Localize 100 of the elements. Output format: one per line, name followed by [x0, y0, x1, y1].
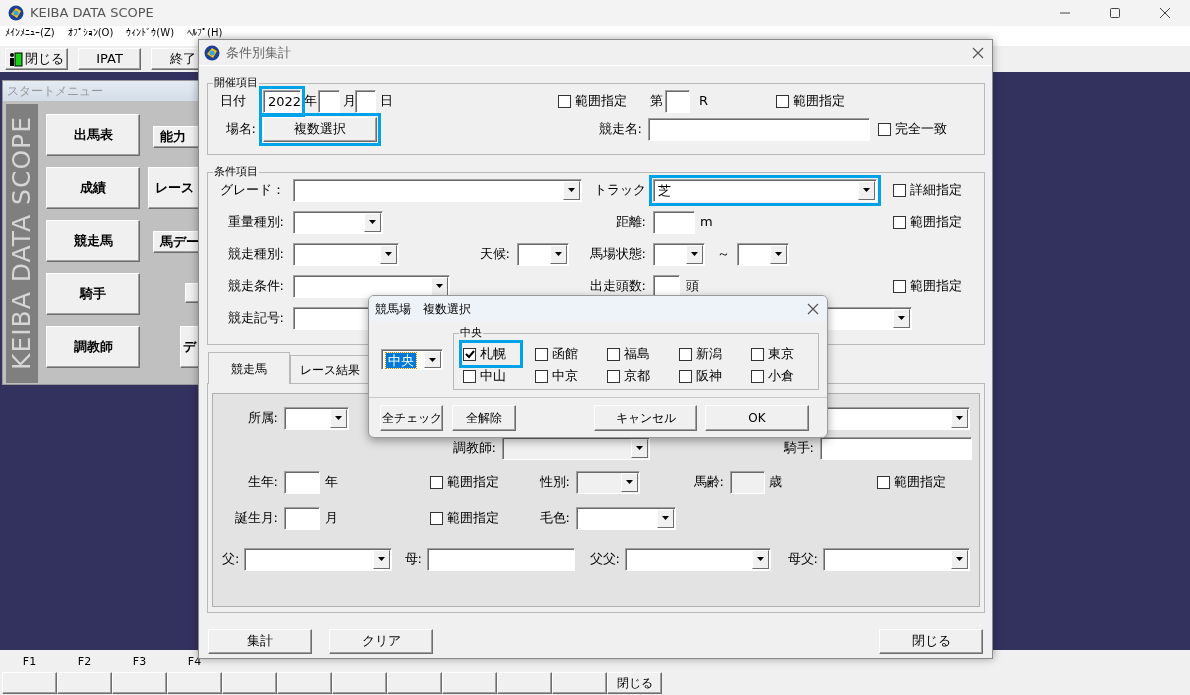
- checkbox[interactable]: [877, 475, 890, 489]
- dropdown-field[interactable]: [625, 547, 771, 571]
- function-key-button[interactable]: [57, 672, 112, 694]
- dropdown-field[interactable]: [293, 274, 450, 298]
- checkbox[interactable]: [535, 369, 548, 383]
- function-key-button[interactable]: [332, 672, 387, 694]
- dropdown-field[interactable]: [823, 547, 970, 571]
- function-key-button[interactable]: [222, 672, 277, 694]
- checkbox[interactable]: [535, 347, 548, 361]
- text-field[interactable]: [820, 436, 972, 460]
- field-label: 出走頭数:: [588, 277, 647, 296]
- checkbox[interactable]: [878, 122, 891, 136]
- checkbox[interactable]: [430, 511, 443, 525]
- dropdown-button[interactable]: [364, 212, 381, 232]
- text-field[interactable]: [653, 274, 680, 298]
- dropdown-button[interactable]: [424, 351, 441, 368]
- dropdown-button[interactable]: [951, 549, 968, 569]
- unit-label: 頭: [685, 277, 700, 296]
- checkbox[interactable]: [679, 347, 692, 361]
- select-button[interactable]: 複数選択: [263, 116, 377, 142]
- dropdown-button[interactable]: [893, 308, 910, 328]
- text-field[interactable]: [318, 89, 340, 113]
- dialog-button[interactable]: OK: [705, 405, 809, 431]
- tab[interactable]: レース結果: [290, 355, 369, 383]
- dropdown-field[interactable]: [517, 242, 569, 266]
- dropdown-button[interactable]: [657, 508, 674, 528]
- function-key-button[interactable]: [442, 672, 497, 694]
- checkbox[interactable]: [893, 279, 906, 293]
- field-label: 競走種別:: [226, 245, 285, 264]
- function-key-button[interactable]: [2, 672, 57, 694]
- dropdown-field[interactable]: [284, 406, 349, 430]
- menu-button[interactable]: 成績: [46, 167, 140, 209]
- dropdown-field[interactable]: 芝: [653, 178, 877, 202]
- menu-item[interactable]: ﾍﾙﾌﾟ(H): [187, 27, 223, 39]
- dropdown-field[interactable]: [244, 547, 392, 571]
- dropdown-field[interactable]: [576, 506, 676, 530]
- menu-item[interactable]: ﾒｲﾝﾒﾆｭｰ(Z): [5, 27, 55, 39]
- dialog-button[interactable]: クリア: [329, 628, 433, 654]
- checkbox-label: 中山: [480, 367, 506, 386]
- function-key-button[interactable]: [277, 672, 332, 694]
- dropdown-field[interactable]: [293, 210, 383, 234]
- checkbox[interactable]: [430, 475, 443, 489]
- text-field[interactable]: [653, 210, 695, 234]
- dialog-button[interactable]: 全解除: [452, 405, 516, 431]
- text-field[interactable]: [284, 506, 320, 530]
- menu-item[interactable]: ｳｨﾝﾄﾞｳ(W): [126, 27, 175, 39]
- function-key-button[interactable]: [167, 672, 222, 694]
- dropdown-button[interactable]: [330, 408, 347, 428]
- text-field[interactable]: [648, 117, 870, 141]
- checkbox[interactable]: [463, 347, 476, 361]
- checkbox-label: 範囲指定: [793, 92, 845, 111]
- dropdown-field[interactable]: [737, 242, 789, 266]
- dialog-button[interactable]: 全チェック: [380, 405, 443, 431]
- dropdown-button[interactable]: [951, 408, 968, 428]
- logo-band: KEIBA DATA SCOPE: [6, 104, 38, 383]
- checkbox[interactable]: [751, 347, 764, 361]
- text-field[interactable]: [284, 470, 320, 494]
- menu-button[interactable]: 競走馬: [46, 220, 140, 262]
- text-field[interactable]: 2022: [263, 89, 301, 113]
- menu-item[interactable]: ｵﾌﾟｼｮﾝ(O): [67, 27, 114, 39]
- checkbox[interactable]: [751, 369, 764, 383]
- checkbox[interactable]: [607, 347, 620, 361]
- tab[interactable]: 競走馬: [208, 352, 290, 384]
- checkbox[interactable]: [893, 183, 906, 197]
- checkbox[interactable]: [558, 94, 571, 108]
- dropdown-button[interactable]: [858, 180, 875, 200]
- text-field[interactable]: [427, 547, 575, 571]
- dropdown-button[interactable]: [770, 244, 787, 264]
- dialog-button[interactable]: 集計: [208, 628, 312, 654]
- dropdown-button[interactable]: [563, 180, 580, 200]
- text-field[interactable]: [665, 89, 690, 113]
- dropdown-button[interactable]: [686, 244, 703, 264]
- dropdown-button[interactable]: [431, 276, 448, 296]
- dialog-button[interactable]: キャンセル: [594, 405, 697, 431]
- caret-icon: [378, 557, 385, 561]
- dropdown-button[interactable]: [380, 244, 397, 264]
- menu-button[interactable]: 出馬表: [46, 114, 140, 156]
- toolbar-button[interactable]: IPAT: [78, 48, 141, 70]
- toolbar-button[interactable]: 閉じる: [5, 48, 68, 70]
- dropdown-field[interactable]: [653, 242, 705, 266]
- function-key-button[interactable]: [387, 672, 442, 694]
- checkbox[interactable]: [463, 369, 476, 383]
- dropdown-field[interactable]: [293, 242, 399, 266]
- dropdown-button[interactable]: [550, 244, 567, 264]
- dropdown-button[interactable]: [752, 549, 769, 569]
- function-key-button[interactable]: [552, 672, 607, 694]
- checkbox[interactable]: [679, 369, 692, 383]
- menu-button[interactable]: 調教師: [46, 326, 140, 368]
- text-field[interactable]: [355, 89, 376, 113]
- function-key-button[interactable]: 閉じる: [607, 672, 662, 694]
- menu-button[interactable]: 騎手: [46, 273, 140, 315]
- dialog-button[interactable]: 閉じる: [879, 628, 983, 654]
- function-key-button[interactable]: [497, 672, 552, 694]
- checkbox[interactable]: [776, 94, 789, 108]
- dropdown-field[interactable]: [293, 178, 582, 202]
- dropdown-field[interactable]: 中央: [381, 349, 443, 370]
- function-key-button[interactable]: [112, 672, 167, 694]
- dropdown-button[interactable]: [373, 549, 390, 569]
- checkbox[interactable]: [893, 215, 906, 229]
- checkbox[interactable]: [607, 369, 620, 383]
